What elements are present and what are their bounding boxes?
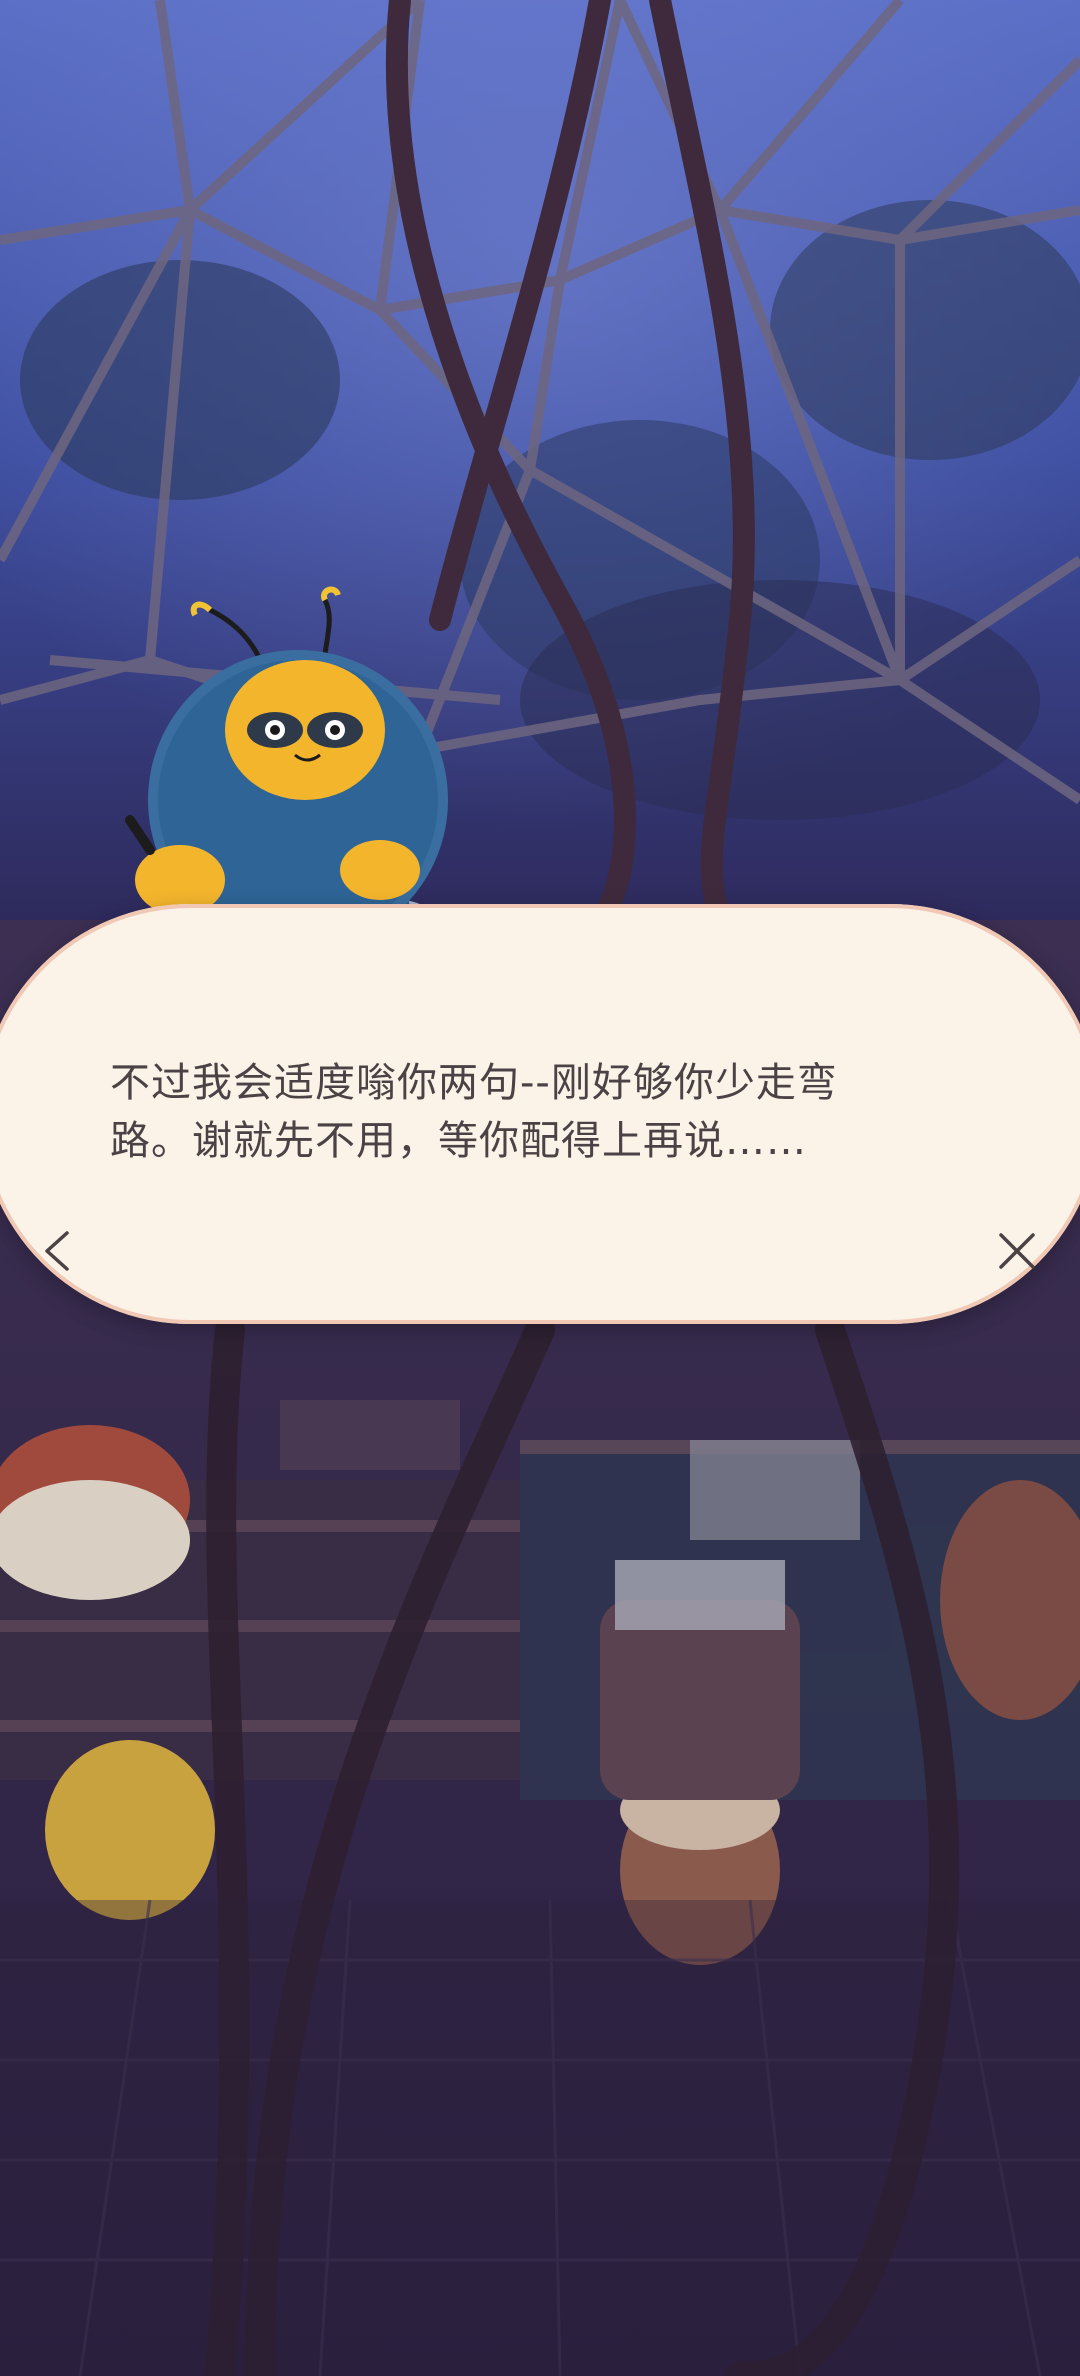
dialog-line-2: 路。谢就先不用，等你配得上再说……: [110, 1118, 807, 1164]
close-button[interactable]: [972, 1206, 1062, 1296]
chevron-left-icon: [45, 1231, 69, 1271]
back-button[interactable]: [14, 1206, 104, 1296]
dialog-line-1: 不过我会适度嗡你两句--刚好够你少走弯: [110, 1060, 838, 1106]
game-screen: 不过我会适度嗡你两句--刚好够你少走弯 路。谢就先不用，等你配得上再说……: [0, 0, 1080, 2376]
dialog-text: 不过我会适度嗡你两句--刚好够你少走弯 路。谢就先不用，等你配得上再说……: [110, 1054, 990, 1170]
close-icon: [999, 1233, 1035, 1269]
